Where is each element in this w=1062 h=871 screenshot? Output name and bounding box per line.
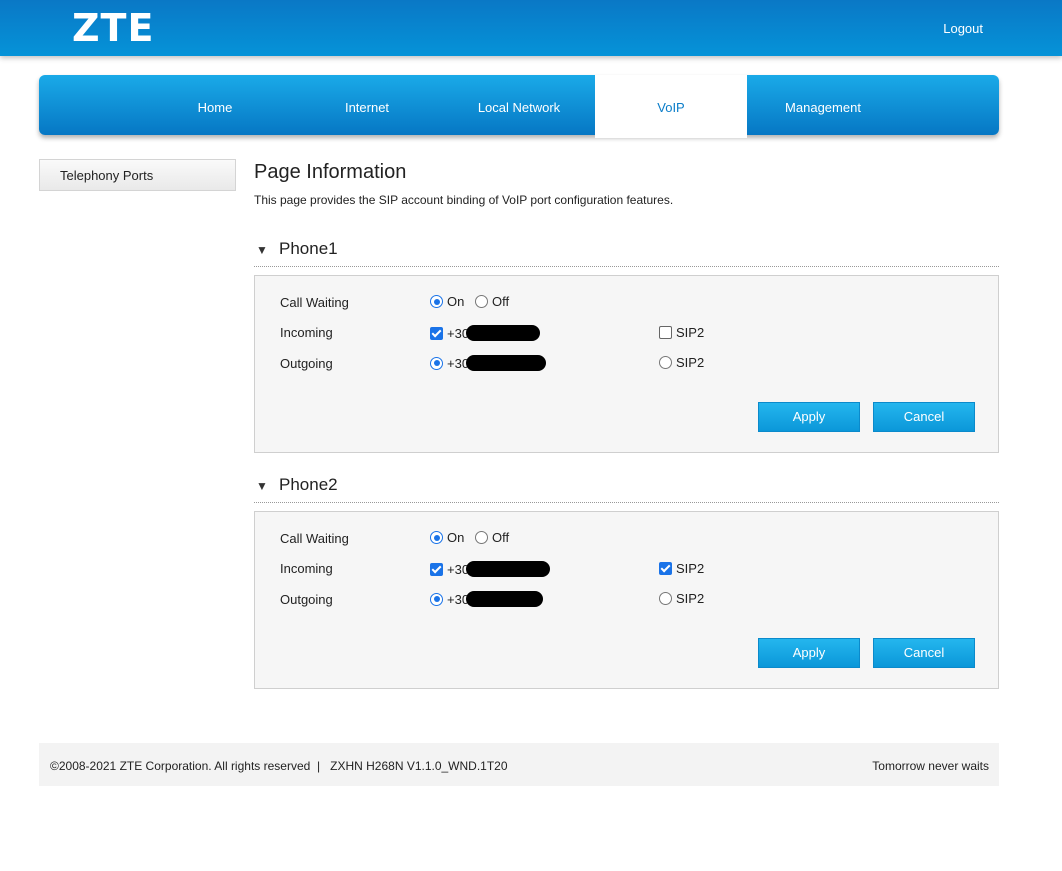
outgoing-sip1-radio[interactable] <box>430 592 443 606</box>
call-waiting-off-option[interactable]: Off <box>475 530 509 545</box>
off-label: Off <box>492 294 510 309</box>
sip2-label: SIP2 <box>676 591 705 606</box>
phone2-title: Phone2 <box>279 475 338 494</box>
on-label: On <box>447 294 465 309</box>
apply-button[interactable]: Apply <box>758 402 860 432</box>
outgoing-label: Outgoing <box>280 592 333 607</box>
cancel-button[interactable]: Cancel <box>873 638 975 668</box>
nav-local-network[interactable]: Local Network <box>443 75 595 135</box>
nav-management[interactable]: Management <box>747 75 899 135</box>
call-waiting-off-radio[interactable] <box>475 531 488 544</box>
phone1-title: Phone1 <box>279 239 338 258</box>
page-description: This page provides the SIP account bindi… <box>254 193 674 207</box>
call-waiting-label: Call Waiting <box>280 531 349 546</box>
redaction-mark <box>466 591 544 607</box>
outgoing-sip2-option[interactable]: SIP2 <box>659 591 704 606</box>
nav-voip[interactable]: VoIP <box>595 75 747 138</box>
footer-separator: | <box>316 759 321 773</box>
footer-slogan: Tomorrow never waits <box>872 759 989 773</box>
zte-logo: ZTE <box>72 6 155 50</box>
main-nav: Home Internet Local Network VoIP Managem… <box>39 75 999 138</box>
call-waiting-on-option[interactable]: On <box>430 530 464 545</box>
outgoing-sip2-radio[interactable] <box>659 592 672 605</box>
firmware-version: ZXHN H268N V1.1.0_WND.1T20 <box>330 759 508 773</box>
outgoing-sip2-option[interactable]: SIP2 <box>659 355 704 370</box>
cancel-button[interactable]: Cancel <box>873 402 975 432</box>
phone1-panel: Call Waiting On Off Incoming +30 SIP2 Ou… <box>254 275 999 453</box>
call-waiting-off-option[interactable]: Off <box>475 294 509 309</box>
incoming-label: Incoming <box>280 561 333 576</box>
footer-copyright-line: ©2008-2021 ZTE Corporation. All rights r… <box>50 759 508 773</box>
off-label: Off <box>492 530 510 545</box>
incoming-sip2-option[interactable]: SIP2 <box>659 325 704 340</box>
incoming-sip2-option[interactable]: SIP2 <box>659 561 704 576</box>
footer: ©2008-2021 ZTE Corporation. All rights r… <box>39 743 999 786</box>
phone1-section-header[interactable]: ▼ Phone1 <box>254 236 999 267</box>
call-waiting-on-option[interactable]: On <box>430 294 464 309</box>
logout-link[interactable]: Logout <box>943 21 983 36</box>
phone2-section-header[interactable]: ▼ Phone2 <box>254 472 999 503</box>
sip2-label: SIP2 <box>676 355 705 370</box>
incoming-sip2-checkbox[interactable] <box>659 326 672 339</box>
redaction-mark <box>466 325 541 341</box>
incoming-sip1-option[interactable]: +30 <box>430 325 541 341</box>
sidebar-item-label: Telephony Ports <box>60 168 154 183</box>
outgoing-sip1-option[interactable]: +30 <box>430 355 547 371</box>
incoming-sip2-checkbox[interactable] <box>659 562 672 575</box>
incoming-label: Incoming <box>280 325 333 340</box>
outgoing-sip2-radio[interactable] <box>659 356 672 369</box>
outgoing-label: Outgoing <box>280 356 333 371</box>
collapse-triangle-icon[interactable]: ▼ <box>256 479 268 493</box>
call-waiting-off-radio[interactable] <box>475 295 488 308</box>
collapse-triangle-icon[interactable]: ▼ <box>256 243 268 257</box>
call-waiting-on-radio[interactable] <box>430 531 443 544</box>
sip2-label: SIP2 <box>676 325 705 340</box>
outgoing-sip1-option[interactable]: +30 <box>430 591 544 607</box>
incoming-sip1-option[interactable]: +30 <box>430 561 551 577</box>
on-label: On <box>447 530 465 545</box>
page-title: Page Information <box>254 161 407 183</box>
phone2-panel: Call Waiting On Off Incoming +30 SIP2 Ou… <box>254 511 999 689</box>
incoming-sip1-checkbox[interactable] <box>430 562 443 576</box>
nav-internet[interactable]: Internet <box>291 75 443 135</box>
incoming-sip1-checkbox[interactable] <box>430 326 443 340</box>
redaction-mark <box>466 355 547 371</box>
redaction-mark <box>466 561 551 577</box>
apply-button[interactable]: Apply <box>758 638 860 668</box>
nav-home[interactable]: Home <box>139 75 291 135</box>
call-waiting-on-radio[interactable] <box>430 295 443 308</box>
copyright-text: ©2008-2021 ZTE Corporation. All rights r… <box>50 759 311 773</box>
call-waiting-label: Call Waiting <box>280 295 349 310</box>
outgoing-sip1-radio[interactable] <box>430 356 443 370</box>
sip2-label: SIP2 <box>676 561 705 576</box>
sidebar-item-telephony-ports[interactable]: Telephony Ports <box>39 159 236 191</box>
top-header: ZTE Logout <box>0 0 1062 56</box>
